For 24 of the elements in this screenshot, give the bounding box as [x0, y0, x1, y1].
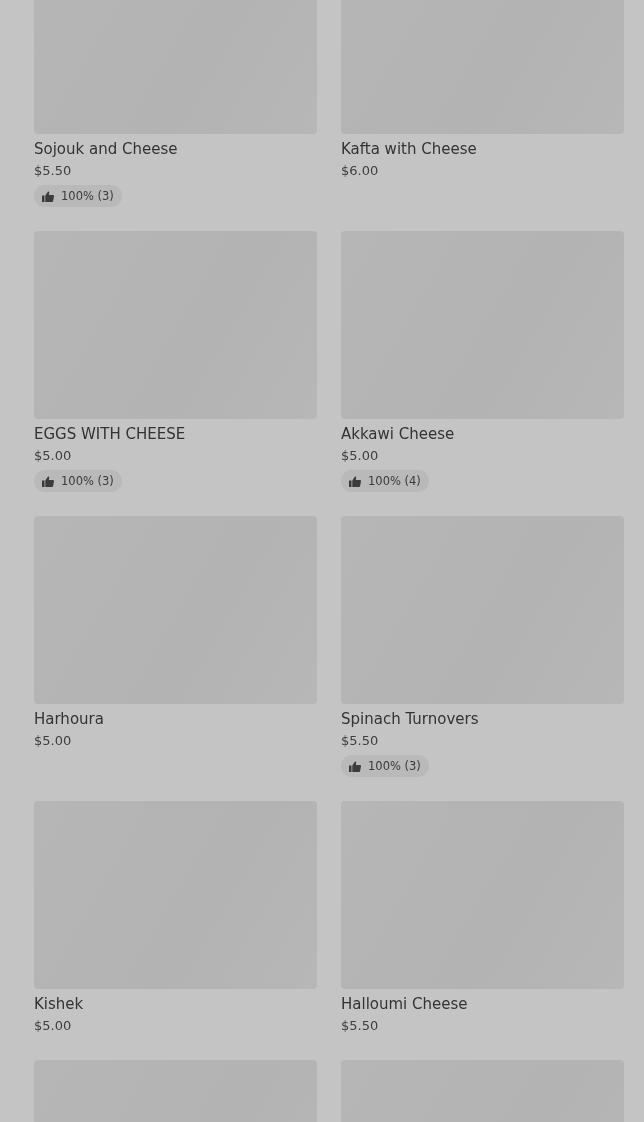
product-name[interactable]: Akkawi Cheese	[341, 424, 455, 445]
rating-text: 100% (3)	[368, 759, 421, 773]
rating-text: 100% (3)	[61, 189, 114, 203]
thumbs-up-icon	[42, 190, 54, 202]
rating-text: 100% (4)	[368, 474, 421, 488]
product-price: $5.50	[34, 162, 72, 180]
thumbs-up-icon	[42, 475, 54, 487]
product-name[interactable]: Halloumi Cheese	[341, 994, 468, 1015]
product-name[interactable]: Kafta with Cheese	[341, 139, 477, 160]
product-name[interactable]: Sojouk and Cheese	[34, 139, 178, 160]
product-price: $5.00	[34, 1017, 72, 1035]
thumbs-up-icon	[349, 475, 361, 487]
product-price: $5.00	[341, 447, 379, 465]
product-name[interactable]: EGGS WITH CHEESE	[34, 424, 186, 445]
product-price: $5.00	[34, 732, 72, 750]
rating-text: 100% (3)	[61, 474, 114, 488]
product-price: $5.00	[34, 447, 72, 465]
product-name[interactable]: Kishek	[34, 994, 84, 1015]
thumbs-up-icon	[349, 760, 361, 772]
product-price: $5.50	[341, 732, 379, 750]
product-price: $5.50	[341, 1017, 379, 1035]
product-name[interactable]: Harhoura	[34, 709, 104, 730]
product-name[interactable]: Spinach Turnovers	[341, 709, 479, 730]
product-price: $6.00	[341, 162, 379, 180]
